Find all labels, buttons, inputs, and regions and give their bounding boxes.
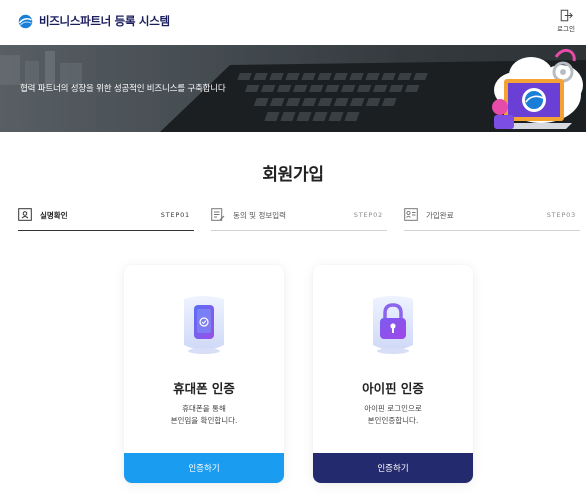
ipin-verification-card: 아이핀 인증 아이핀 로그인으로 본인인증합니다. 인증하기 <box>313 265 473 483</box>
card-description-line: 본인임을 확인합니다. <box>170 416 238 425</box>
card-title: 아이핀 인증 <box>362 381 424 396</box>
step-label: 실명확인 <box>40 211 68 220</box>
card-description-line: 아이핀 로그인으로 <box>364 404 422 413</box>
brand-logo-icon <box>18 14 33 28</box>
login-icon <box>560 9 573 22</box>
banner-text: 협력 파트너의 성장을 위한 성공적인 비즈니스를 구축합니다 <box>20 84 226 94</box>
step-label: 동의 및 정보입력 <box>233 211 287 220</box>
login-button[interactable]: 로그인 <box>554 9 578 33</box>
hero-banner: 협력 파트너의 성장을 위한 성공적인 비즈니스를 구축합니다 <box>0 45 586 132</box>
id-card-icon <box>18 208 32 221</box>
document-edit-icon <box>211 208 225 221</box>
cloud-laptop-illustration <box>492 48 583 129</box>
step-code: STEP02 <box>353 211 383 219</box>
step-agreement-info: 동의 및 정보입력 STEP02 <box>211 207 387 231</box>
login-label: 로그인 <box>557 25 575 33</box>
card-description: 아이핀 로그인으로 본인인증합니다. <box>313 403 473 427</box>
lock-icon <box>373 296 413 354</box>
signup-steps: 실명확인 STEP01 동의 및 정보입력 STEP02 가입완료 STEP03 <box>18 207 580 231</box>
step-code: STEP03 <box>546 211 576 219</box>
step-identity-verification: 실명확인 STEP01 <box>18 207 194 231</box>
step-label: 가입완료 <box>426 211 454 220</box>
card-description-line: 휴대폰을 통해 <box>182 404 226 413</box>
step-code: STEP01 <box>160 211 190 219</box>
ipin-verify-button[interactable]: 인증하기 <box>313 453 473 483</box>
card-description: 휴대폰을 통해 본인임을 확인합니다. <box>124 403 284 427</box>
header: 비즈니스파트너 등록 시스템 로그인 <box>0 0 586 45</box>
phone-verification-card: 휴대폰 인증 휴대폰을 통해 본인임을 확인합니다. 인증하기 <box>124 265 284 483</box>
step-complete: 가입완료 STEP03 <box>404 207 580 231</box>
profile-card-icon <box>404 208 418 221</box>
page-title: 회원가입 <box>262 165 324 185</box>
brand-name: 비즈니스파트너 등록 시스템 <box>39 14 170 28</box>
card-description-line: 본인인증합니다. <box>367 416 419 425</box>
phone-verify-button[interactable]: 인증하기 <box>124 453 284 483</box>
card-title: 휴대폰 인증 <box>173 381 235 396</box>
brand[interactable]: 비즈니스파트너 등록 시스템 <box>18 13 170 29</box>
phone-icon <box>184 296 224 354</box>
